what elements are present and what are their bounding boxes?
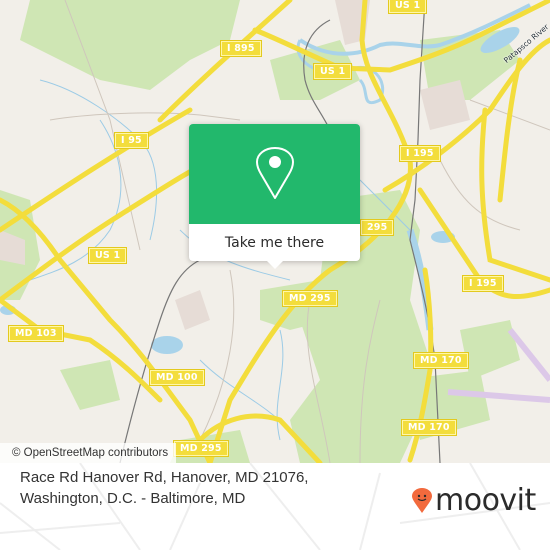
popup-header xyxy=(189,124,360,224)
map-attribution[interactable]: © OpenStreetMap contributors xyxy=(0,443,177,463)
footer: Race Rd Hanover Rd, Hanover, MD 21076, W… xyxy=(0,463,550,550)
road-shield-i195: I 195 xyxy=(399,145,441,162)
road-shield-i195: I 195 xyxy=(462,275,504,292)
moovit-wordmark: moovit xyxy=(435,483,536,518)
road-shield-us1: US 1 xyxy=(387,0,428,14)
location-popup: Take me there xyxy=(189,124,360,269)
road-shield-md103: MD 103 xyxy=(8,325,64,342)
address-text: Race Rd Hanover Rd, Hanover, MD 21076, W… xyxy=(20,467,360,509)
road-shield-md170: MD 170 xyxy=(413,352,469,369)
road-shield-md295: 295 xyxy=(359,219,395,236)
take-me-there-button[interactable]: Take me there xyxy=(189,224,360,261)
road-shield-md295: MD 295 xyxy=(173,440,229,457)
road-shield-md100: MD 100 xyxy=(149,369,205,386)
road-shield-md170: MD 170 xyxy=(401,419,457,436)
road-shield-i895: I 895 xyxy=(220,40,262,57)
road-shield-us1: US 1 xyxy=(312,63,353,80)
road-shield-md295: MD 295 xyxy=(282,290,338,307)
moovit-logo[interactable]: moovit xyxy=(412,481,536,521)
popup-pointer xyxy=(267,261,283,269)
address-line-1: Race Rd Hanover Rd, Hanover, MD 21076, xyxy=(20,469,309,486)
moovit-pin-icon xyxy=(412,488,432,513)
map-view[interactable]: US 1 I 895 US 1 I 95 I 195 295 US 1 MD 2… xyxy=(0,0,550,463)
road-shield-i95: I 95 xyxy=(114,132,149,149)
map-pin-icon xyxy=(255,147,294,199)
road-shield-us1: US 1 xyxy=(87,247,128,264)
address-line-2: Washington, D.C. - Baltimore, MD xyxy=(20,490,246,507)
